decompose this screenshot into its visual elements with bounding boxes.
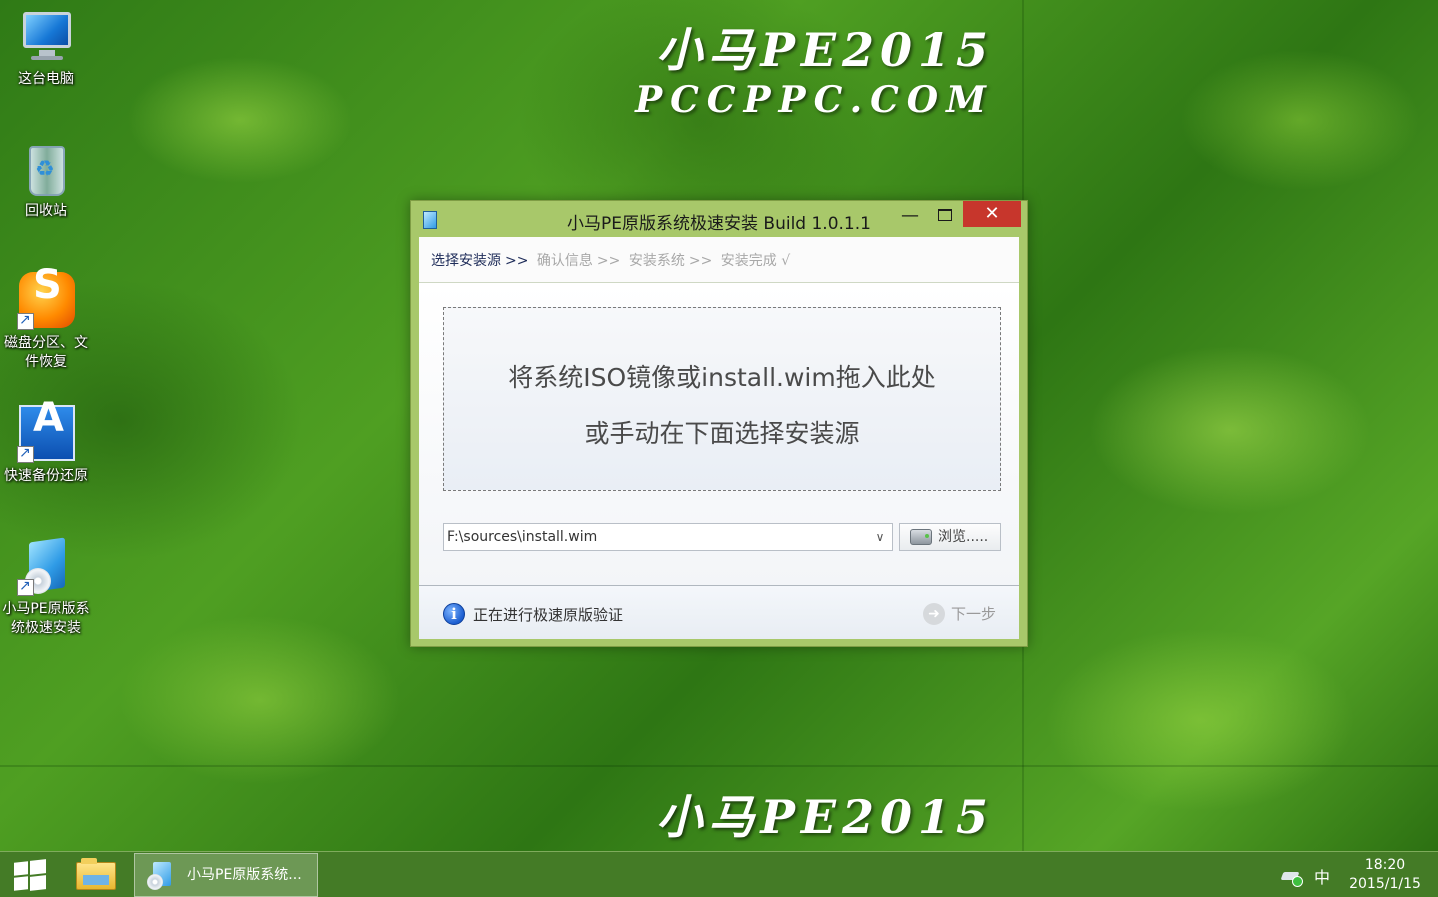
desktop-icon-label: 快速备份还原 <box>4 468 88 484</box>
info-icon: i <box>443 603 465 625</box>
desktop-icon-label: 磁盘分区、文件恢复 <box>4 335 88 370</box>
drop-zone-hint-primary: 将系统ISO镜像或install.wim拖入此处 <box>508 363 936 392</box>
desktop-icon-disk-partition[interactable]: S 磁盘分区、文件恢复 <box>0 265 92 372</box>
installer-icon <box>145 862 175 890</box>
system-clock[interactable]: 18:20 2015/1/15 <box>1340 856 1430 894</box>
shortcut-arrow-icon <box>17 444 34 463</box>
step-breadcrumb: 选择安装源 >> 确认信息 >> 安装系统 >> 安装完成 √ <box>419 237 1019 283</box>
taskbar-item-label: 小马PE原版系统... <box>187 867 302 883</box>
next-button-label: 下一步 <box>951 605 997 623</box>
desktop-icon-label: 回收站 <box>25 203 67 219</box>
step-confirm-info: 确认信息 <box>536 253 593 269</box>
next-button[interactable]: ➜ 下一步 <box>919 602 1003 626</box>
input-method-indicator[interactable]: 中 <box>1314 864 1330 888</box>
disk-genius-icon: S <box>17 265 75 330</box>
source-panel: 将系统ISO镜像或install.wim拖入此处 或手动在下面选择安装源 F:\… <box>419 283 1019 585</box>
window-footer: i 正在进行极速原版验证 ➜ 下一步 <box>419 585 1019 639</box>
taskbar: 小马PE原版系统... 中 18:20 2015/1/15 <box>0 851 1438 897</box>
folder-icon <box>76 858 116 890</box>
clock-date: 2015/1/15 <box>1349 876 1421 892</box>
backup-restore-icon: A <box>17 398 75 463</box>
minimize-button[interactable]: — <box>897 201 923 227</box>
desktop-icon-label: 小马PE原版系统极速安装 <box>2 601 90 636</box>
start-button[interactable] <box>14 859 46 891</box>
status-message: 正在进行极速原版验证 <box>473 606 624 624</box>
shortcut-arrow-icon <box>17 577 34 596</box>
installer-window: 小马PE原版系统极速安装 Build 1.0.1.1 — ✕ 选择安装源 >> 确… <box>410 200 1028 647</box>
browse-button-label: 浏览..... <box>938 529 989 545</box>
wallpaper-tile-seam <box>0 765 1438 767</box>
close-button[interactable]: ✕ <box>963 201 1021 227</box>
network-icon[interactable] <box>1282 868 1304 887</box>
desktop-icon-backup-restore[interactable]: A 快速备份还原 <box>0 398 92 486</box>
file-explorer-button[interactable] <box>74 856 118 894</box>
chevron-down-icon[interactable]: ∨ <box>872 524 888 550</box>
window-client-area: 选择安装源 >> 确认信息 >> 安装系统 >> 安装完成 √ 将系统ISO镜像或in… <box>419 237 1019 639</box>
iso-drop-zone[interactable]: 将系统ISO镜像或install.wim拖入此处 或手动在下面选择安装源 <box>443 307 1001 491</box>
computer-icon <box>17 8 75 66</box>
desktop-icon-recycle-bin[interactable]: ♻ 回收站 <box>0 140 92 221</box>
desktop-icon-this-pc[interactable]: 这台电脑 <box>0 8 92 89</box>
recycle-bin-icon: ♻ <box>17 140 75 198</box>
wallpaper-brand-top: 小马PE2015 PCCPPC.COM <box>635 23 994 121</box>
step-select-source: 选择安装源 <box>431 253 501 269</box>
desktop-icon-installer[interactable]: 小马PE原版系统极速安装 <box>0 537 92 638</box>
source-path-value: F:\sources\install.wim <box>447 529 598 545</box>
taskbar-item-installer[interactable]: 小马PE原版系统... <box>134 853 318 897</box>
step-install-complete: 安装完成 √ <box>720 253 791 269</box>
step-separator: >> <box>688 253 713 269</box>
clock-time: 18:20 <box>1364 857 1406 873</box>
source-path-combobox[interactable]: F:\sources\install.wim ∨ <box>443 523 893 551</box>
wallpaper-brand-bottom: 小马PE2015 PCCPPC.COM <box>635 790 994 851</box>
step-separator: >> <box>596 253 621 269</box>
shortcut-arrow-icon <box>17 311 34 330</box>
step-install-system: 安装系统 <box>628 253 685 269</box>
arrow-right-icon: ➜ <box>923 603 945 625</box>
installer-icon <box>17 537 75 596</box>
window-titlebar[interactable]: 小马PE原版系统极速安装 Build 1.0.1.1 — ✕ <box>411 201 1027 237</box>
desktop-icon-label: 这台电脑 <box>18 71 74 87</box>
browse-button[interactable]: 浏览..... <box>899 523 1001 551</box>
maximize-button[interactable] <box>931 201 957 227</box>
drop-zone-hint-secondary: 或手动在下面选择安装源 <box>584 419 860 448</box>
hard-drive-icon <box>910 529 932 545</box>
step-separator: >> <box>505 253 529 269</box>
